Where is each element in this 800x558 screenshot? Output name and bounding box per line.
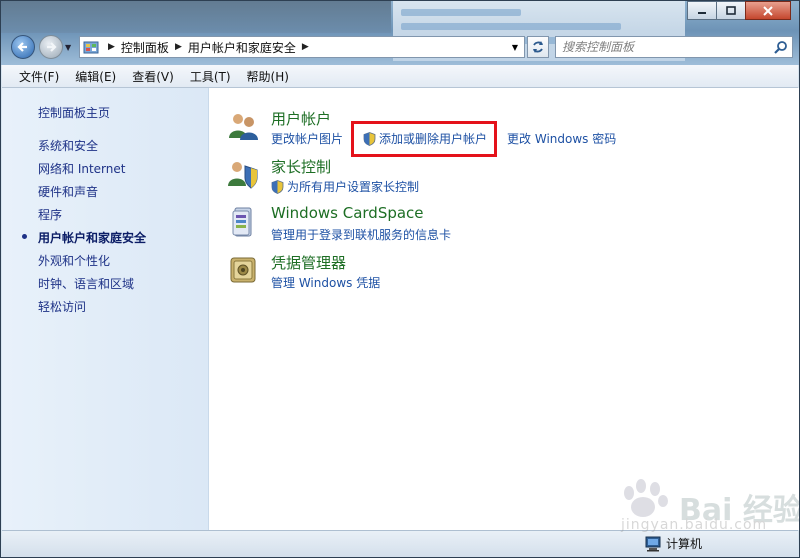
sidebar-item-ease-of-access[interactable]: 轻松访问 <box>38 298 86 315</box>
left-navigation-pane: 控制面板主页 系统和安全 网络和 Internet 硬件和声音 程序 用户帐户和… <box>2 88 209 530</box>
maximize-button[interactable] <box>716 1 746 20</box>
arrow-left-icon <box>17 42 27 52</box>
address-dropdown[interactable]: ▼ <box>505 37 524 57</box>
menu-file[interactable]: 文件(F) <box>2 65 67 87</box>
breadcrumb-separator[interactable]: ▶ <box>108 42 115 52</box>
link-label: 更改帐户图片 <box>271 132 344 146</box>
link-label: 管理 Windows 凭据 <box>271 276 381 290</box>
credential-manager-icon <box>230 257 256 283</box>
main-content: 用户帐户 更改帐户图片 添加或删除用户帐户 更改 Windows 密码 家长控制… <box>209 88 799 530</box>
set-parental-controls-link[interactable]: 为所有用户设置家长控制 <box>271 178 419 195</box>
control-panel-icon <box>80 37 102 57</box>
back-button[interactable] <box>11 35 35 59</box>
caption-buttons <box>687 1 791 20</box>
uac-shield-icon <box>271 179 284 194</box>
parental-controls-icon <box>228 162 258 189</box>
user-accounts-icon <box>229 114 258 140</box>
sidebar-item-appearance[interactable]: 外观和个性化 <box>38 252 110 269</box>
manage-windows-credentials-link[interactable]: 管理 Windows 凭据 <box>271 274 380 291</box>
close-icon <box>763 5 773 16</box>
sidebar-item-programs[interactable]: 程序 <box>38 206 62 223</box>
breadcrumb-separator[interactable]: ▶ <box>175 42 182 52</box>
breadcrumb-control-panel[interactable]: 控制面板 <box>121 39 169 56</box>
title-bar-glass <box>1 1 391 33</box>
minimize-button[interactable] <box>687 1 717 20</box>
sidebar-item-hardware[interactable]: 硬件和声音 <box>38 183 98 200</box>
menu-bar: 文件(F) 编辑(E) 查看(V) 工具(T) 帮助(H) <box>2 65 798 88</box>
menu-edit[interactable]: 编辑(E) <box>67 65 124 87</box>
red-highlight-box <box>351 121 497 157</box>
address-bar[interactable]: ▶ 控制面板 ▶ 用户帐户和家庭安全 ▶ ▼ <box>79 36 525 58</box>
link-label: 更改 Windows 密码 <box>507 132 617 146</box>
paw-icon <box>624 479 668 517</box>
manage-information-cards-link[interactable]: 管理用于登录到联机服务的信息卡 <box>271 226 451 243</box>
menu-tools[interactable]: 工具(T) <box>182 65 239 87</box>
active-item-bullet <box>22 234 27 239</box>
background-line <box>401 23 621 30</box>
search-input[interactable] <box>556 37 770 57</box>
recent-pages-dropdown[interactable]: ▼ <box>65 43 71 52</box>
menu-help[interactable]: 帮助(H) <box>239 65 297 87</box>
link-label: 管理用于登录到联机服务的信息卡 <box>271 228 452 242</box>
refresh-icon <box>533 41 543 53</box>
minimize-icon <box>698 11 706 14</box>
menu-view[interactable]: 查看(V) <box>124 65 182 87</box>
navigation-row: ▼ ▶ 控制面板 ▶ 用户帐户和家庭安全 ▶ ▼ <box>9 33 793 61</box>
sidebar-item-network[interactable]: 网络和 Internet <box>38 160 125 177</box>
category-title[interactable]: 用户帐户 <box>271 108 331 129</box>
close-button[interactable] <box>745 1 791 20</box>
forward-button[interactable] <box>39 35 63 59</box>
sidebar-item-user-accounts[interactable]: 用户帐户和家庭安全 <box>38 229 146 246</box>
maximize-icon <box>726 6 736 15</box>
breadcrumb-user-accounts[interactable]: 用户帐户和家庭安全 <box>188 39 296 56</box>
cardspace-icon <box>232 207 252 237</box>
control-panel-home-link[interactable]: 控制面板主页 <box>38 104 110 121</box>
change-windows-password-link[interactable]: 更改 Windows 密码 <box>507 130 616 147</box>
category-title[interactable]: 家长控制 <box>271 156 331 177</box>
category-title[interactable]: Windows CardSpace <box>271 204 424 222</box>
sidebar-item-clock-language[interactable]: 时钟、语言和区域 <box>38 275 134 292</box>
control-panel-window: ▼ ▶ 控制面板 ▶ 用户帐户和家庭安全 ▶ ▼ 搜索控制面板 文件(F) 编辑… <box>0 0 800 558</box>
baidu-jingyan-watermark: Bai 经验 jingyan.baidu.com <box>613 477 799 541</box>
watermark-domain: jingyan.baidu.com <box>621 517 768 533</box>
search-icon[interactable] <box>770 40 792 54</box>
background-line <box>401 9 521 16</box>
category-title[interactable]: 凭据管理器 <box>271 252 346 273</box>
link-label: 为所有用户设置家长控制 <box>287 180 420 194</box>
change-account-picture-link[interactable]: 更改帐户图片 <box>271 130 343 147</box>
search-box[interactable] <box>555 36 793 58</box>
sidebar-item-system-security[interactable]: 系统和安全 <box>38 137 98 154</box>
breadcrumb-separator[interactable]: ▶ <box>302 42 309 52</box>
refresh-button[interactable] <box>527 36 549 58</box>
arrow-right-icon <box>47 42 57 52</box>
